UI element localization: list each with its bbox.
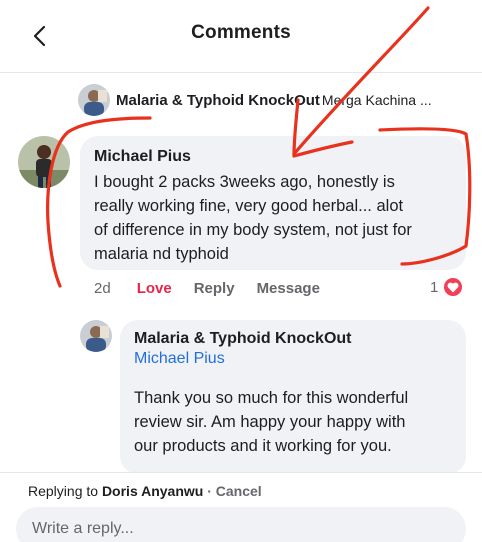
reply-author[interactable]: Malaria & Typhoid KnockOut (134, 330, 452, 348)
replying-to-label: Replying to Doris Anyanwu · Cancel (28, 483, 262, 499)
post-snippet: Merga Kachina ... (321, 92, 432, 108)
reply-text: Thank you so much for this wonderful rev… (134, 389, 409, 455)
comment-actions: 2d Love Reply Message (94, 276, 342, 300)
comment-author[interactable]: Michael Pius (94, 148, 452, 166)
reaction-summary[interactable]: 1 (430, 276, 465, 298)
reply-composer: Replying to Doris Anyanwu · Cancel (0, 472, 482, 542)
cancel-reply-button[interactable]: Cancel (216, 483, 262, 499)
reply-avatar[interactable] (80, 320, 112, 352)
separator: · (203, 483, 216, 499)
love-button[interactable]: Love (137, 280, 172, 297)
header-divider (0, 72, 482, 73)
comment-timestamp: 2d (94, 279, 111, 297)
comment-bubble[interactable]: Michael Pius I bought 2 packs 3weeks ago… (80, 136, 466, 270)
reply-bubble[interactable]: Malaria & Typhoid KnockOut Michael Pius … (120, 320, 466, 474)
replying-name: Doris Anyanwu (101, 483, 204, 499)
reply-mention[interactable]: Michael Pius (134, 350, 452, 368)
header-bar: Comments (0, 0, 482, 72)
reaction-count: 1 (430, 278, 439, 296)
commenter-avatar[interactable] (18, 136, 70, 188)
reply-button[interactable]: Reply (194, 280, 235, 297)
comment-text: I bought 2 packs 3weeks ago, honestly is… (94, 173, 412, 263)
page-title: Comments (191, 22, 291, 43)
post-reference[interactable]: Malaria & Typhoid KnockOut Merga Kachina… (76, 84, 432, 116)
message-button[interactable]: Message (257, 280, 320, 297)
replying-prefix: Replying to (28, 483, 99, 499)
post-page-name: Malaria & Typhoid KnockOut (116, 91, 320, 109)
heart-icon (442, 276, 465, 298)
reply-input[interactable] (16, 507, 466, 542)
